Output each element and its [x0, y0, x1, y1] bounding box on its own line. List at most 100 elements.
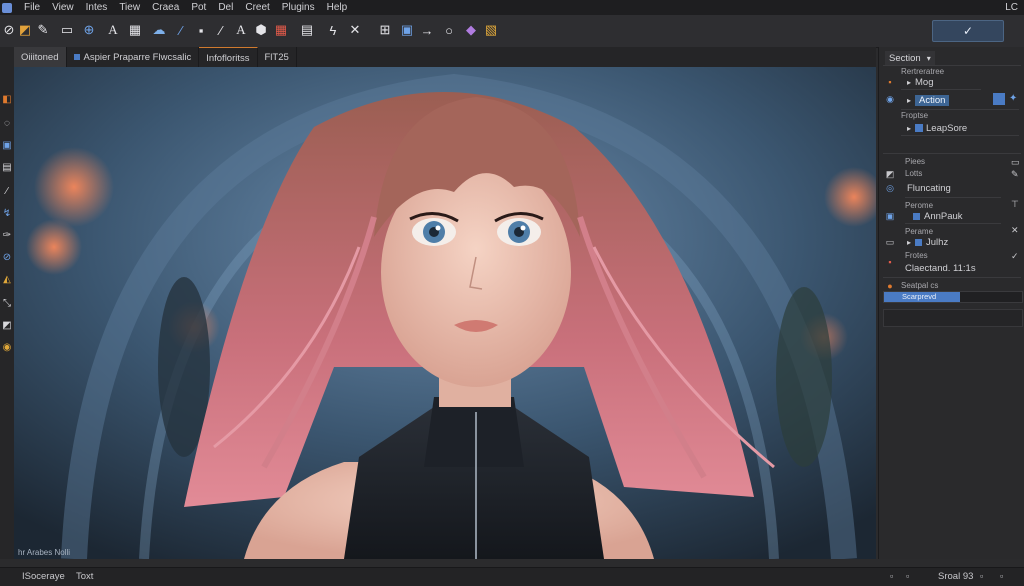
- cloud-icon[interactable]: ☁: [150, 21, 168, 39]
- status-left-1: ISoceraye: [22, 571, 65, 582]
- text-tool-icon[interactable]: A: [104, 21, 122, 39]
- status-icon-1[interactable]: ▫: [890, 571, 893, 581]
- eye-icon[interactable]: ◎: [885, 183, 895, 193]
- row-claectand[interactable]: Claectand. 11:1s: [905, 261, 976, 275]
- menu-help[interactable]: Help: [327, 2, 348, 13]
- menu-del[interactable]: Del: [218, 2, 233, 13]
- layer-icon[interactable]: ▪: [192, 21, 210, 39]
- menu-plugins[interactable]: Plugins: [282, 2, 315, 13]
- tab-oiiitoned[interactable]: Oiiitoned: [14, 47, 67, 67]
- panel-header[interactable]: Section ▾: [885, 51, 935, 65]
- pen-tool-icon[interactable]: ✑: [1, 229, 13, 241]
- bottom-small-label: Seatpal cs: [901, 281, 939, 290]
- section-label-2: Froptse: [901, 111, 929, 120]
- section-label-7: Frotes: [905, 251, 928, 260]
- eraser-tool-icon[interactable]: ◩: [1, 319, 13, 331]
- confirm-button[interactable]: ✓: [932, 20, 1004, 42]
- row-action[interactable]: ▸ Action: [907, 93, 950, 107]
- layers-tool-icon[interactable]: ▤: [1, 161, 13, 173]
- magic-wand-icon[interactable]: ⊘: [1, 251, 13, 263]
- row-action-label: Action: [915, 94, 950, 106]
- status-left-2: Toxt: [76, 571, 94, 582]
- menu-file[interactable]: File: [24, 2, 40, 13]
- chevron-right-icon: ▸: [907, 237, 912, 247]
- brush-settings-icon[interactable]: ◩: [16, 21, 34, 39]
- row-julhz-label: Julhz: [926, 236, 949, 248]
- crop-tool-icon[interactable]: ▣: [1, 139, 13, 151]
- status-icon-4[interactable]: ▫: [1000, 571, 1003, 581]
- layer-thumb-icon: [913, 212, 920, 220]
- tab-ft25[interactable]: FlT25: [258, 47, 297, 67]
- menu-craea[interactable]: Craea: [152, 2, 179, 13]
- document-icon[interactable]: ▤: [298, 21, 316, 39]
- chevron-right-icon: ▸: [907, 123, 912, 133]
- select-tool-icon[interactable]: ◌: [1, 117, 13, 129]
- menu-pot[interactable]: Pot: [191, 2, 206, 13]
- palette-icon: ▭: [885, 236, 895, 247]
- collapse-icon[interactable]: ▭: [1011, 157, 1020, 168]
- row-annpauk[interactable]: AnnPauk: [913, 209, 963, 223]
- menu-tiew[interactable]: Tiew: [119, 2, 140, 13]
- section-label-3: Piees: [905, 157, 926, 166]
- tab-label: Aspier Praparre Flwcsalic: [83, 51, 192, 63]
- ellipse-icon[interactable]: ○: [440, 21, 458, 39]
- table-icon[interactable]: ⊞: [376, 21, 394, 39]
- row-fluncating[interactable]: Fluncating: [907, 181, 951, 195]
- status-icon-2[interactable]: ▫: [906, 571, 909, 581]
- edit-icon[interactable]: ✎: [1011, 169, 1019, 180]
- pen-icon[interactable]: ⁄: [172, 21, 190, 39]
- image-canvas[interactable]: hr Arabes Nolli: [14, 67, 876, 559]
- app-logo-icon: [2, 2, 12, 13]
- pin-icon[interactable]: ⊤: [1011, 199, 1019, 210]
- row-annpauk-label: AnnPauk: [924, 210, 963, 222]
- visibility-toggle-icon[interactable]: [993, 93, 1005, 105]
- row-mog-label: Mog: [915, 76, 934, 88]
- panel-input-field[interactable]: [883, 309, 1023, 327]
- status-bar: ISoceraye Toxt ▫ ▫ Sroal 93 ▫ ▫: [0, 567, 1024, 586]
- lightning-icon[interactable]: ϟ: [324, 21, 342, 39]
- right-panel: Section ▾ Rertreratree ▪ ▸ Mog ◉ ▸ Actio…: [878, 47, 1024, 559]
- grid-icon[interactable]: ▦: [126, 21, 144, 39]
- close-icon[interactable]: ✕: [1011, 225, 1019, 236]
- pick-icon[interactable]: ⊕: [80, 21, 98, 39]
- color-tool-icon[interactable]: ◉: [1, 341, 13, 353]
- image-icon[interactable]: ▣: [398, 21, 416, 39]
- brush-icon[interactable]: ✎: [34, 21, 52, 39]
- close-icon[interactable]: ✕: [346, 21, 364, 39]
- red-layer-icon: ▪: [888, 257, 892, 267]
- menu-intes[interactable]: Intes: [86, 2, 108, 13]
- row-mog[interactable]: ▸ Mog: [907, 75, 934, 89]
- adjust-icon: ◩: [885, 168, 895, 179]
- move-tool-icon[interactable]: ◧: [1, 93, 13, 105]
- layer-thumb-icon: [915, 124, 924, 132]
- menu-creet[interactable]: Creet: [245, 2, 269, 13]
- check-icon[interactable]: ✓: [1011, 251, 1019, 262]
- wand-icon[interactable]: ✦: [1009, 93, 1017, 104]
- brush-tool-icon[interactable]: ∕: [1, 185, 13, 197]
- shield-icon[interactable]: ⬢: [252, 21, 270, 39]
- calendar-icon[interactable]: ▦: [272, 21, 290, 39]
- arrow-icon[interactable]: →: [418, 21, 436, 39]
- transform-tool-icon[interactable]: ⤡: [1, 297, 13, 309]
- row-leapsore[interactable]: ▸ LeapSore: [907, 121, 967, 135]
- row-leapsore-label: LeapSore: [926, 122, 968, 134]
- row-julhz[interactable]: ▸ Julhz: [907, 235, 948, 249]
- monitor-icon[interactable]: ▭: [58, 21, 76, 39]
- progress-track[interactable]: Scarprevd: [883, 291, 1023, 303]
- palette-icon[interactable]: ▧: [482, 21, 500, 39]
- tab-aspier[interactable]: Aspier Praparre Flwcsalic: [67, 47, 200, 67]
- layer-blue-icon: ▣: [885, 210, 895, 221]
- chevron-right-icon: ▸: [907, 77, 912, 87]
- fill-tool-icon[interactable]: ◭: [1, 273, 13, 285]
- status-icon-3[interactable]: ▫: [980, 571, 983, 581]
- pencil-icon[interactable]: ∕: [212, 21, 230, 39]
- font-icon[interactable]: A: [232, 21, 250, 39]
- toolbar: ⊘ ◩ ✎ ▭ ⊕ A ▦ ☁ ⁄ ▪ ∕ A ⬢ ▦ ▤ ϟ ✕ ⊞ ▣ → …: [0, 15, 1024, 48]
- gem-icon[interactable]: ◆: [462, 21, 480, 39]
- menu-right-text[interactable]: LC: [1005, 2, 1018, 13]
- menu-view[interactable]: View: [52, 2, 74, 13]
- tab-icon: [73, 54, 80, 60]
- lasso-tool-icon[interactable]: ↯: [1, 207, 13, 219]
- tab-infofloritss[interactable]: Infofloritss: [199, 47, 258, 68]
- chevron-down-icon: ▾: [926, 53, 931, 63]
